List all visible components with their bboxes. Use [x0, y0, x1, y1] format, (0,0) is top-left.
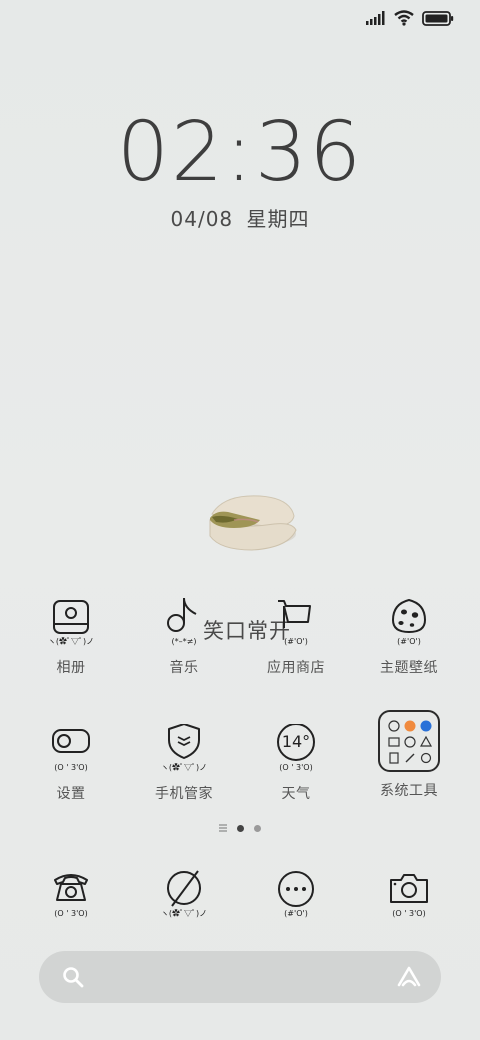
app-label: 主题壁纸 [380, 660, 438, 676]
app-settings[interactable]: (O ' 3'O) 设置 [16, 724, 126, 803]
mini-app-icon [387, 719, 401, 733]
status-bar [366, 10, 454, 26]
app-themes[interactable]: (#'O') 主题壁纸 [354, 598, 464, 677]
shopping-cart-icon [266, 598, 326, 654]
mini-app-icon [403, 719, 417, 733]
page-dot[interactable] [254, 824, 261, 832]
app-label: 相册 [56, 660, 86, 676]
lock-clock-time[interactable]: 02:36 [0, 105, 480, 200]
phone-icon [41, 870, 101, 926]
dock-messages[interactable]: (#'O') [241, 870, 351, 919]
mini-app-icon [403, 751, 417, 765]
search-bar[interactable] [39, 951, 441, 1003]
weekday-value: 星期四 [246, 207, 310, 231]
assistant-icon[interactable] [395, 963, 423, 991]
mini-app-icon [419, 719, 433, 733]
app-gallery[interactable]: ヽ(✿ﾟ▽ﾟ)ノ 相册 [16, 598, 126, 677]
app-label: 应用商店 [267, 660, 325, 676]
dock-camera[interactable]: (O ' 3'O) [354, 870, 464, 919]
app-weather[interactable]: 14° (O ' 3'O) 天气 [241, 723, 351, 803]
lock-clock-date[interactable]: 04/08 星期四 [0, 203, 480, 232]
folder-icon [378, 710, 440, 772]
app-label: 天气 [281, 786, 311, 802]
gallery-icon [41, 598, 101, 654]
browser-planet-icon [154, 870, 214, 926]
app-music[interactable]: (*–*≠) 音乐 [129, 597, 239, 677]
dock-phone[interactable]: (O ' 3'O) [16, 870, 126, 919]
page-list-icon[interactable] [219, 824, 227, 832]
wifi-icon [394, 10, 414, 26]
page-dot-active[interactable] [237, 824, 244, 832]
camera-icon [379, 870, 439, 926]
app-label: 设置 [56, 786, 86, 802]
mini-app-icon [387, 751, 401, 765]
dock-browser[interactable]: ヽ(✿ﾟ▽ﾟ)ノ [129, 870, 239, 919]
weather-temperature: 14° [281, 732, 311, 751]
page-indicator[interactable] [0, 824, 480, 832]
app-label: 手机管家 [155, 786, 213, 802]
mini-app-icon [387, 735, 401, 749]
app-store[interactable]: (#'O') 应用商店 [241, 598, 351, 677]
app-label: 音乐 [169, 660, 199, 676]
music-icon [154, 597, 214, 654]
search-icon[interactable] [61, 965, 85, 989]
mini-app-icon [403, 735, 417, 749]
mini-app-icon [419, 751, 433, 765]
pistachio-wallpaper-image [209, 495, 297, 551]
signal-icon [366, 11, 385, 25]
app-label: 系统工具 [380, 783, 438, 799]
app-phone-manager[interactable]: ヽ(✿ﾟ▽ﾟ)ノ 手机管家 [129, 723, 239, 803]
egg-icon [379, 598, 439, 654]
battery-icon [422, 10, 454, 26]
messages-icon [266, 870, 326, 926]
app-folder-system-tools[interactable]: 系统工具 [354, 710, 464, 800]
weather-icon: 14° [266, 723, 326, 780]
date-value: 04/08 [170, 207, 234, 231]
search-input[interactable] [99, 963, 373, 993]
mini-app-icon [419, 735, 433, 749]
shield-icon [154, 723, 214, 780]
toggle-settings-icon [41, 724, 101, 780]
